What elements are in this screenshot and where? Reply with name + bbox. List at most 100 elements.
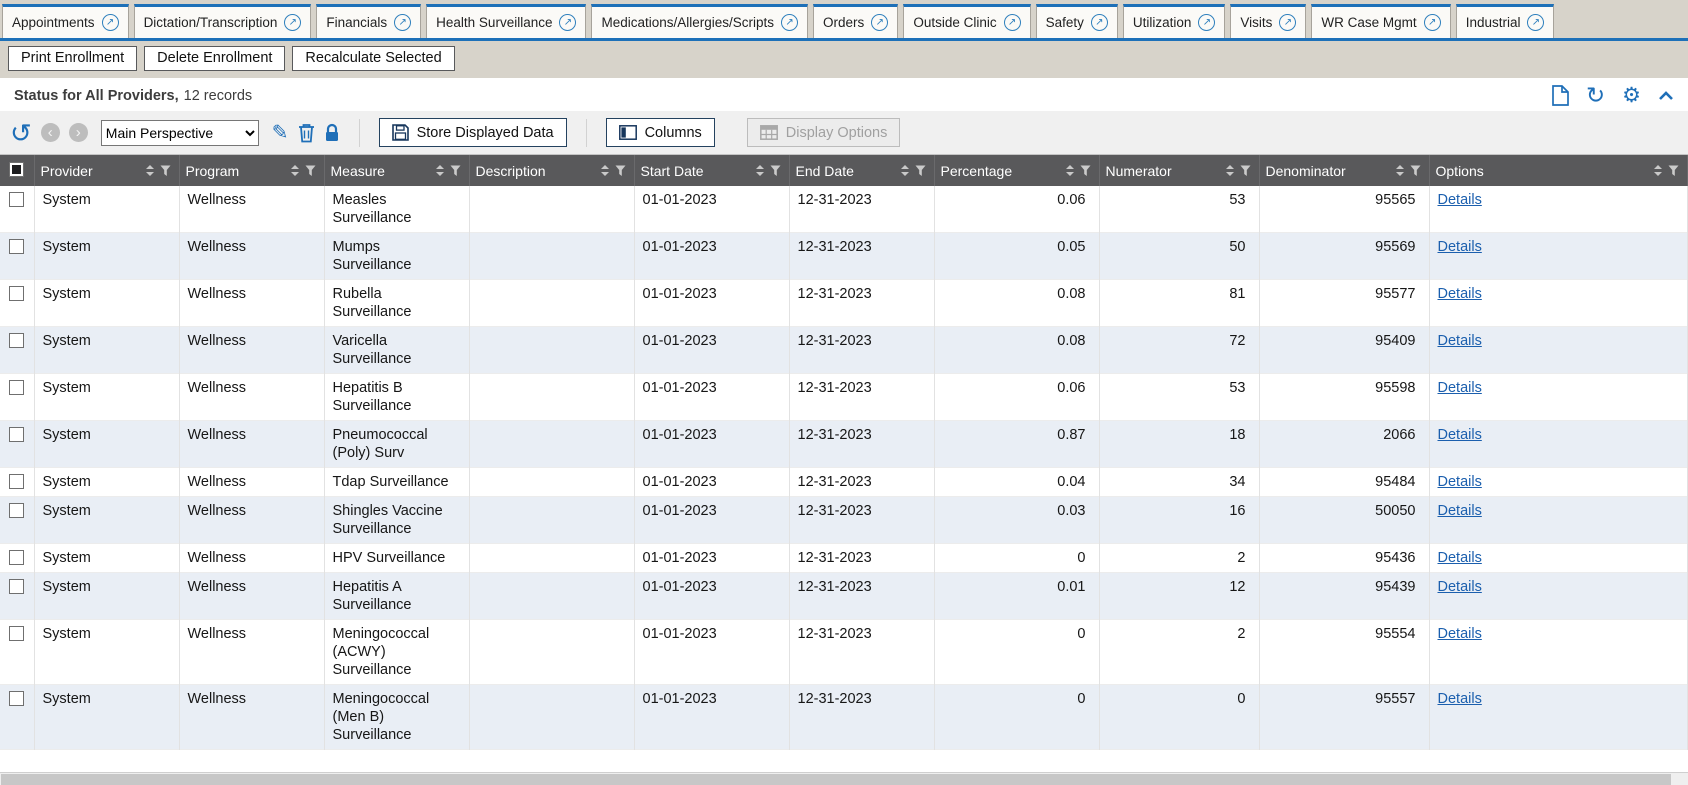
details-link[interactable]: Details	[1438, 380, 1482, 396]
tab-utilization[interactable]: Utilization ↗	[1123, 4, 1226, 38]
filter-icon[interactable]	[1668, 165, 1679, 177]
sort-icon[interactable]	[901, 165, 909, 176]
filter-icon[interactable]	[770, 165, 781, 177]
details-link[interactable]: Details	[1438, 192, 1482, 208]
sort-icon[interactable]	[1654, 165, 1662, 176]
edit-pencil-icon[interactable]: ✎	[272, 123, 289, 143]
details-link[interactable]: Details	[1438, 503, 1482, 519]
print-enrollment-button[interactable]: Print Enrollment	[8, 46, 137, 71]
sort-icon[interactable]	[1066, 165, 1074, 176]
row-checkbox[interactable]	[9, 550, 24, 565]
tab-orders[interactable]: Orders ↗	[813, 4, 898, 38]
tab-safety[interactable]: Safety ↗	[1036, 4, 1118, 38]
tab-launch-icon[interactable]: ↗	[394, 14, 411, 31]
filter-icon[interactable]	[1410, 165, 1421, 177]
details-link[interactable]: Details	[1438, 550, 1482, 566]
new-document-icon[interactable]	[1552, 85, 1569, 106]
sort-icon[interactable]	[436, 165, 444, 176]
row-checkbox[interactable]	[9, 239, 24, 254]
column-header-start_date[interactable]: Start Date	[634, 155, 789, 186]
details-link[interactable]: Details	[1438, 333, 1482, 349]
column-header-denominator[interactable]: Denominator	[1259, 155, 1429, 186]
tab-wr-case-mgmt[interactable]: WR Case Mgmt ↗	[1311, 4, 1450, 38]
row-checkbox[interactable]	[9, 286, 24, 301]
sort-icon[interactable]	[601, 165, 609, 176]
select-all-checkbox[interactable]	[9, 162, 24, 177]
row-checkbox[interactable]	[9, 579, 24, 594]
scrollbar-thumb[interactable]	[1, 774, 1671, 785]
details-link[interactable]: Details	[1438, 691, 1482, 707]
tab-launch-icon[interactable]: ↗	[871, 14, 888, 31]
tab-outside-clinic[interactable]: Outside Clinic ↗	[903, 4, 1030, 38]
row-checkbox[interactable]	[9, 691, 24, 706]
back-icon[interactable]: ‹	[41, 123, 60, 142]
refresh-icon[interactable]: ↻	[1586, 84, 1605, 107]
tab-launch-icon[interactable]: ↗	[1198, 14, 1215, 31]
filter-icon[interactable]	[305, 165, 316, 177]
row-checkbox[interactable]	[9, 503, 24, 518]
row-checkbox[interactable]	[9, 626, 24, 641]
details-link[interactable]: Details	[1438, 239, 1482, 255]
lock-icon[interactable]	[324, 123, 340, 143]
tab-visits[interactable]: Visits ↗	[1230, 4, 1306, 38]
column-header-program[interactable]: Program	[179, 155, 324, 186]
tab-appointments[interactable]: Appointments ↗	[2, 4, 129, 38]
cell-measure: Rubella Surveillance	[324, 280, 469, 327]
details-link[interactable]: Details	[1438, 579, 1482, 595]
sort-icon[interactable]	[1396, 165, 1404, 176]
tab-launch-icon[interactable]: ↗	[102, 14, 119, 31]
filter-icon[interactable]	[915, 165, 926, 177]
row-checkbox[interactable]	[9, 333, 24, 348]
filter-icon[interactable]	[1080, 165, 1091, 177]
details-link[interactable]: Details	[1438, 474, 1482, 490]
tab-financials[interactable]: Financials ↗	[316, 4, 421, 38]
tab-launch-icon[interactable]: ↗	[1091, 14, 1108, 31]
tab-launch-icon[interactable]: ↗	[1279, 14, 1296, 31]
undo-icon[interactable]: ↺	[10, 122, 32, 144]
sort-icon[interactable]	[1226, 165, 1234, 176]
recalculate-selected-button[interactable]: Recalculate Selected	[292, 46, 454, 71]
column-header-end_date[interactable]: End Date	[789, 155, 934, 186]
details-link[interactable]: Details	[1438, 427, 1482, 443]
row-checkbox[interactable]	[9, 192, 24, 207]
sort-icon[interactable]	[291, 165, 299, 176]
filter-icon[interactable]	[160, 165, 171, 177]
column-header-measure[interactable]: Measure	[324, 155, 469, 186]
tab-launch-icon[interactable]: ↗	[1527, 14, 1544, 31]
display-options-button[interactable]: Display Options	[747, 118, 901, 147]
row-checkbox[interactable]	[9, 427, 24, 442]
column-header-percentage[interactable]: Percentage	[934, 155, 1099, 186]
tab-industrial[interactable]: Industrial ↗	[1456, 4, 1555, 38]
columns-button[interactable]: Columns	[606, 118, 715, 147]
forward-icon[interactable]: ›	[69, 123, 88, 142]
store-displayed-data-button[interactable]: Store Displayed Data	[379, 118, 567, 147]
filter-icon[interactable]	[450, 165, 461, 177]
delete-enrollment-button[interactable]: Delete Enrollment	[144, 46, 285, 71]
tab-dictation-transcription[interactable]: Dictation/Transcription ↗	[134, 4, 312, 38]
collapse-chevron-icon[interactable]	[1658, 91, 1674, 101]
trash-icon[interactable]	[298, 123, 315, 143]
column-header-provider[interactable]: Provider	[34, 155, 179, 186]
perspective-select[interactable]: Main Perspective	[101, 120, 259, 146]
column-header-options[interactable]: Options	[1429, 155, 1688, 186]
tab-launch-icon[interactable]: ↗	[1004, 14, 1021, 31]
row-checkbox[interactable]	[9, 474, 24, 489]
tab-launch-icon[interactable]: ↗	[559, 14, 576, 31]
details-link[interactable]: Details	[1438, 626, 1482, 642]
gear-icon[interactable]: ⚙	[1622, 85, 1641, 106]
tab-launch-icon[interactable]: ↗	[1424, 14, 1441, 31]
column-header-description[interactable]: Description	[469, 155, 634, 186]
tab-medications-allergies-scripts[interactable]: Medications/Allergies/Scripts ↗	[591, 4, 808, 38]
column-header-numerator[interactable]: Numerator	[1099, 155, 1259, 186]
filter-icon[interactable]	[615, 165, 626, 177]
tab-health-surveillance[interactable]: Health Surveillance ↗	[426, 4, 586, 38]
sort-icon[interactable]	[756, 165, 764, 176]
tab-launch-icon[interactable]: ↗	[284, 14, 301, 31]
filter-icon[interactable]	[1240, 165, 1251, 177]
details-link[interactable]: Details	[1438, 286, 1482, 302]
tab-launch-icon[interactable]: ↗	[781, 14, 798, 31]
horizontal-scrollbar[interactable]	[0, 772, 1688, 785]
sort-icon[interactable]	[146, 165, 154, 176]
tab-label: Utilization	[1133, 15, 1192, 30]
row-checkbox[interactable]	[9, 380, 24, 395]
